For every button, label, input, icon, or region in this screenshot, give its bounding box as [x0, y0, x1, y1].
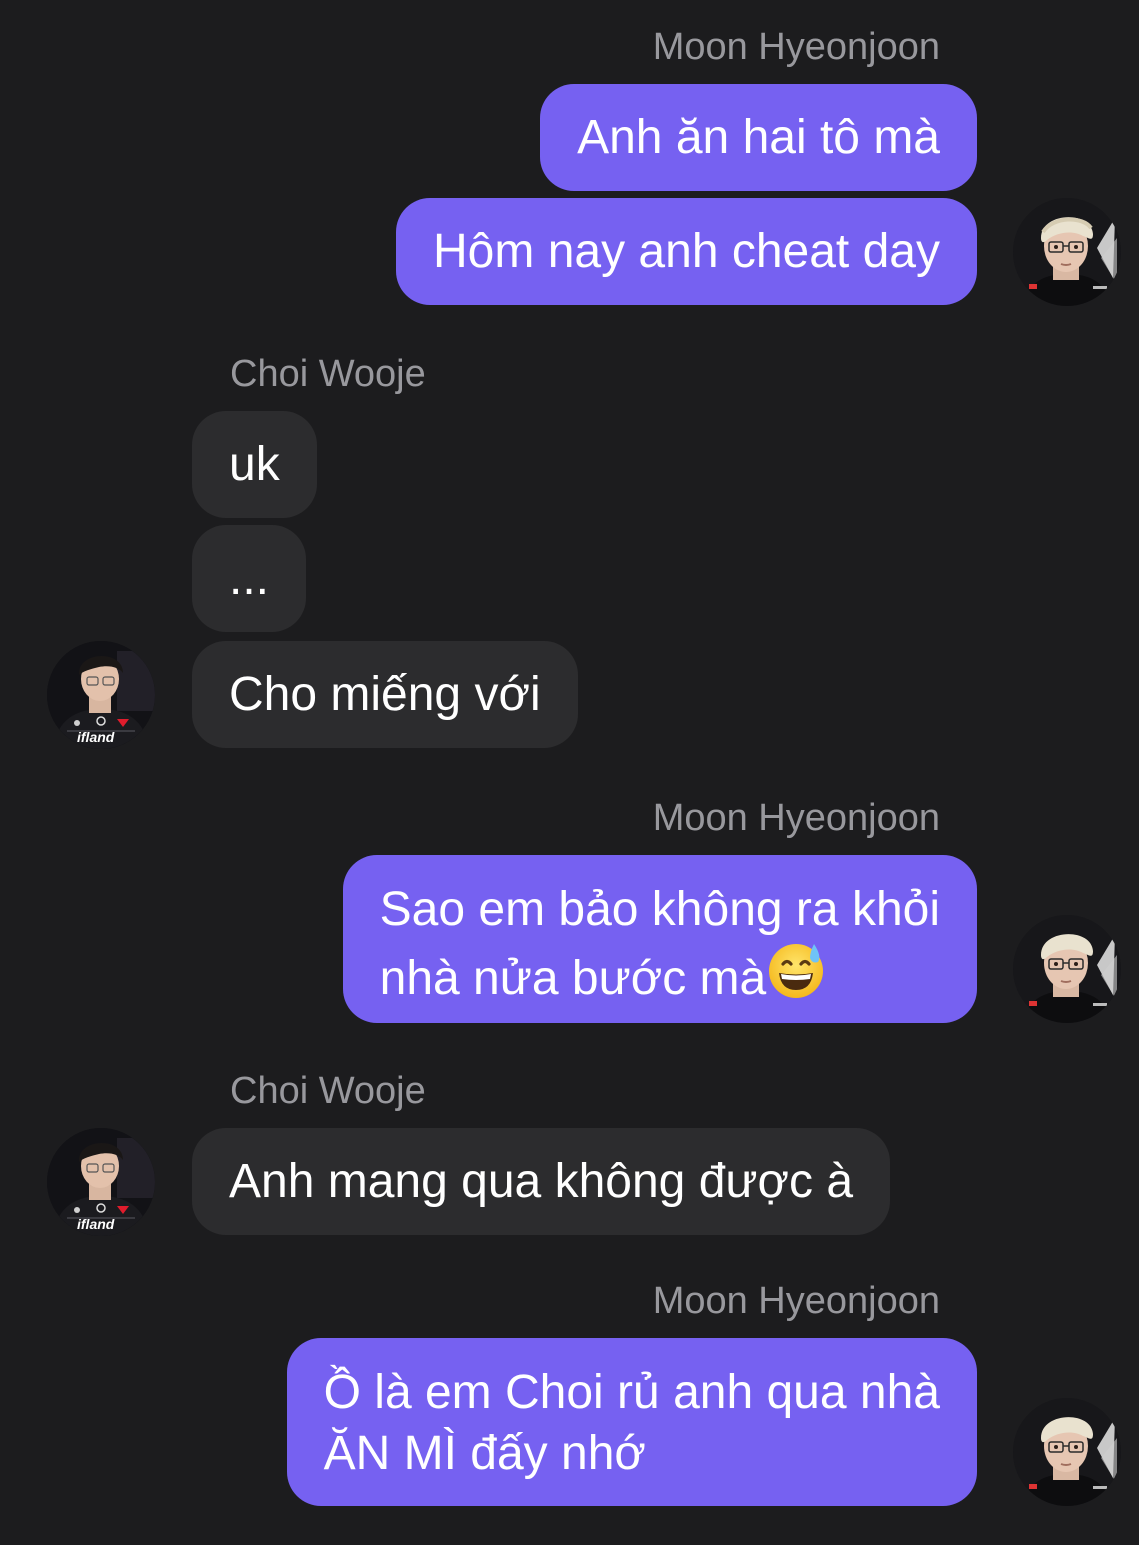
avatar-choi-wooje[interactable]: ifland: [47, 1128, 155, 1236]
message-text: Anh mang qua không được à: [229, 1155, 854, 1208]
message-bubble[interactable]: Hôm nay anh cheat day: [396, 198, 977, 305]
person-portrait-icon: [1013, 1398, 1121, 1506]
sender-name: Choi Wooje: [230, 1070, 426, 1112]
message-text: ...: [229, 552, 270, 605]
person-portrait-icon: [1013, 915, 1121, 1023]
avatar-moon-hyeonjoon[interactable]: [1013, 915, 1121, 1023]
message-text: uk: [229, 438, 280, 491]
message-bubble[interactable]: ...: [192, 525, 307, 632]
message-text: Hôm nay anh cheat day: [433, 225, 940, 278]
message-bubble[interactable]: Sao em bảo không ra khỏi nhà nửa bước mà: [342, 855, 977, 1023]
grinning-face-with-sweat-icon: [766, 940, 826, 1015]
message-bubble[interactable]: Cho miếng với: [192, 641, 578, 748]
message-text-line: Ồ là em Choi rủ anh qua nhà: [323, 1366, 940, 1419]
avatar-moon-hyeonjoon[interactable]: [1013, 198, 1121, 306]
message-text-line: ĂN MÌ đấy nhớ: [323, 1427, 646, 1480]
sender-name: Moon Hyeonjoon: [652, 797, 940, 839]
person-portrait-icon: [1013, 198, 1121, 306]
message-text-line: Sao em bảo không ra khỏi: [379, 883, 940, 936]
avatar-moon-hyeonjoon[interactable]: [1013, 1398, 1121, 1506]
person-portrait-icon: ifland: [47, 641, 155, 749]
message-text: Cho miếng với: [229, 668, 541, 721]
message-text: Anh ăn hai tô mà: [577, 111, 940, 164]
message-bubble[interactable]: uk: [192, 411, 317, 518]
message-bubble[interactable]: Anh ăn hai tô mà: [540, 84, 977, 191]
message-bubble[interactable]: Anh mang qua không được à: [192, 1128, 891, 1235]
avatar-choi-wooje[interactable]: ifland: [47, 641, 155, 749]
jersey-sponsor-text: ifland: [77, 1216, 115, 1232]
message-bubble[interactable]: Ồ là em Choi rủ anh qua nhà ĂN MÌ đấy nh…: [286, 1338, 977, 1506]
sender-name: Moon Hyeonjoon: [652, 1280, 940, 1322]
person-portrait-icon: ifland: [47, 1128, 155, 1236]
sender-name: Choi Wooje: [230, 353, 426, 395]
message-text-line: nhà nửa bước mà: [379, 952, 767, 1005]
sender-name: Moon Hyeonjoon: [652, 26, 940, 68]
jersey-sponsor-text: ifland: [77, 729, 115, 745]
